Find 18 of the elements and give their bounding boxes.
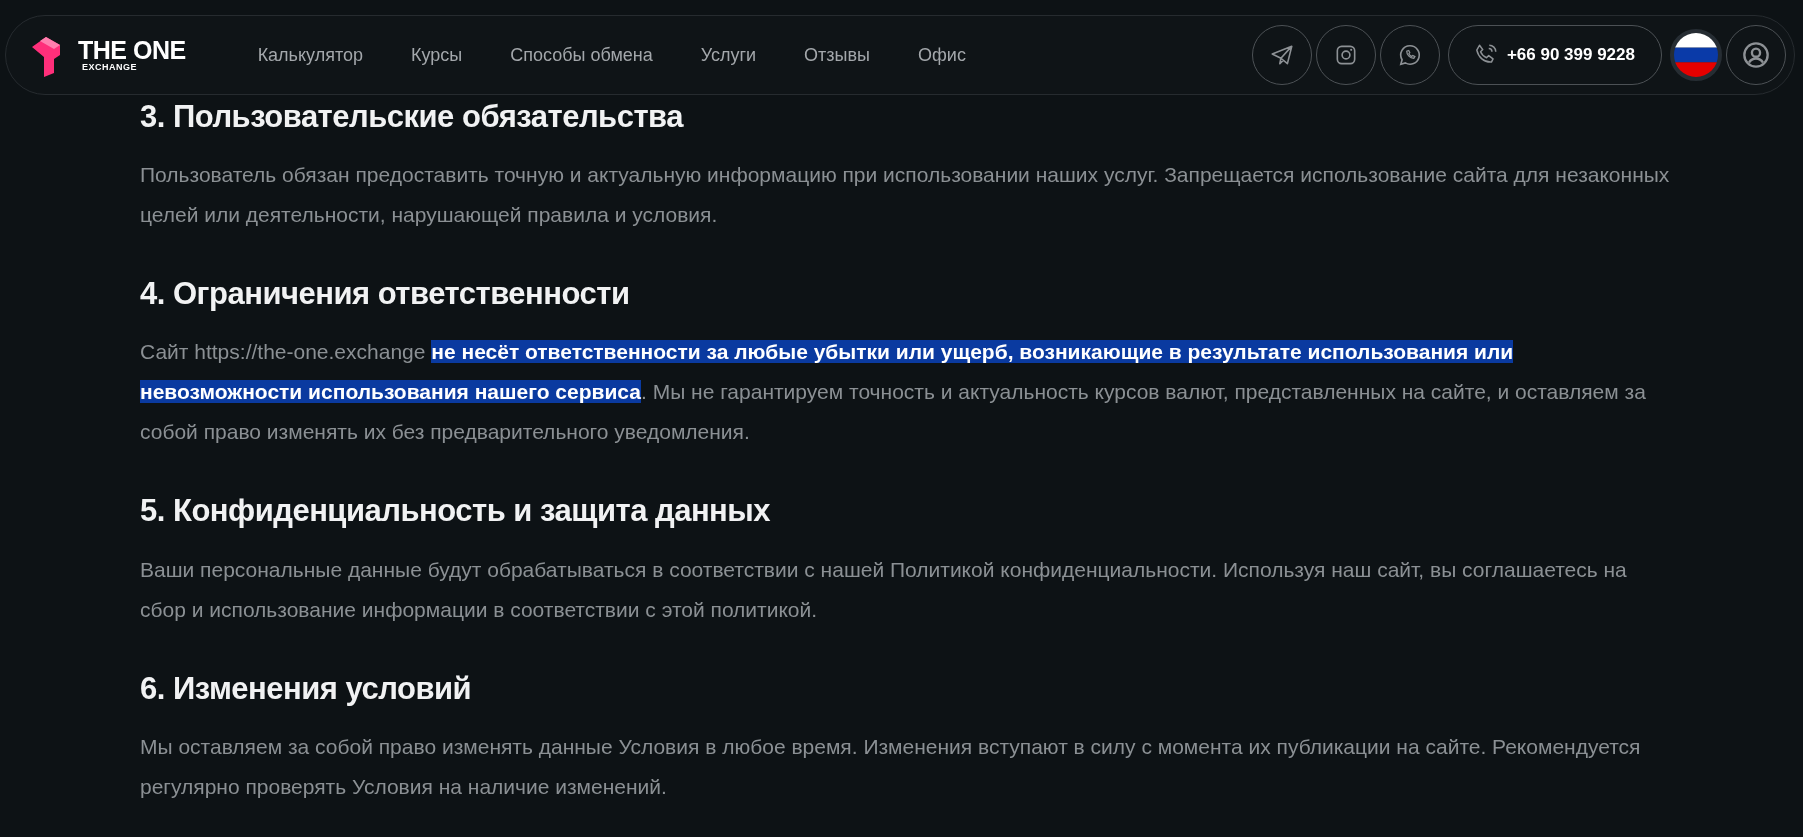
logo-title: THE ONE: [78, 38, 186, 63]
section-heading: 3. Пользовательские обязательства: [140, 98, 685, 136]
nav-link[interactable]: Калькулятор: [257, 41, 363, 69]
nav-link[interactable]: Отзывы: [804, 41, 870, 69]
paragraph: Ваши персональные данные будут обрабатываться в соответствии с нашей Политикой конфиденциальности. Используя наш сайт, вы соглашаетесь на сбор и использование информации в соответствии с этой политикой.: [140, 556, 1628, 623]
section-heading: 4. Ограничения ответственности: [140, 275, 631, 313]
nav-link[interactable]: Услуги: [700, 41, 757, 69]
language-button[interactable]: [1670, 29, 1722, 81]
nav-link[interactable]: Курсы: [411, 41, 463, 69]
section-heading: 6. Изменения условий: [140, 669, 473, 707]
nav-link[interactable]: Офис: [918, 41, 966, 69]
paragraph: Мы оставляем за собой право изменять данные Условия в любое время. Изменения вступают в силу с момента их публикации на сайте. Рекомендуется регулярно проверять Условия на наличие изменений.: [140, 733, 1642, 800]
logo-subtitle: EXCHANGE: [82, 63, 138, 72]
paragraph: Сайт https://the-one.exchange не несёт ответственности за любые убытки или ущерб, возникающие в результате использования или невозможности использования нашего сервиса. Мы не гарантируем точность и актуальность курсов валют, представленных на сайте, и оставляем за собой право изменять их без предварительного уведомления.: [140, 339, 1647, 446]
user-icon: [1742, 41, 1770, 69]
nav-link[interactable]: Способы обмена: [510, 41, 653, 69]
section-heading: 5. Конфиденциальность и защита данных: [140, 492, 772, 530]
paragraph: Пользователь обязан предоставить точную и актуальную информацию при использовании наших услуг. Запрещается использование сайта для незаконных целей или деятельности, нарушающей правила и условия.: [140, 162, 1670, 229]
